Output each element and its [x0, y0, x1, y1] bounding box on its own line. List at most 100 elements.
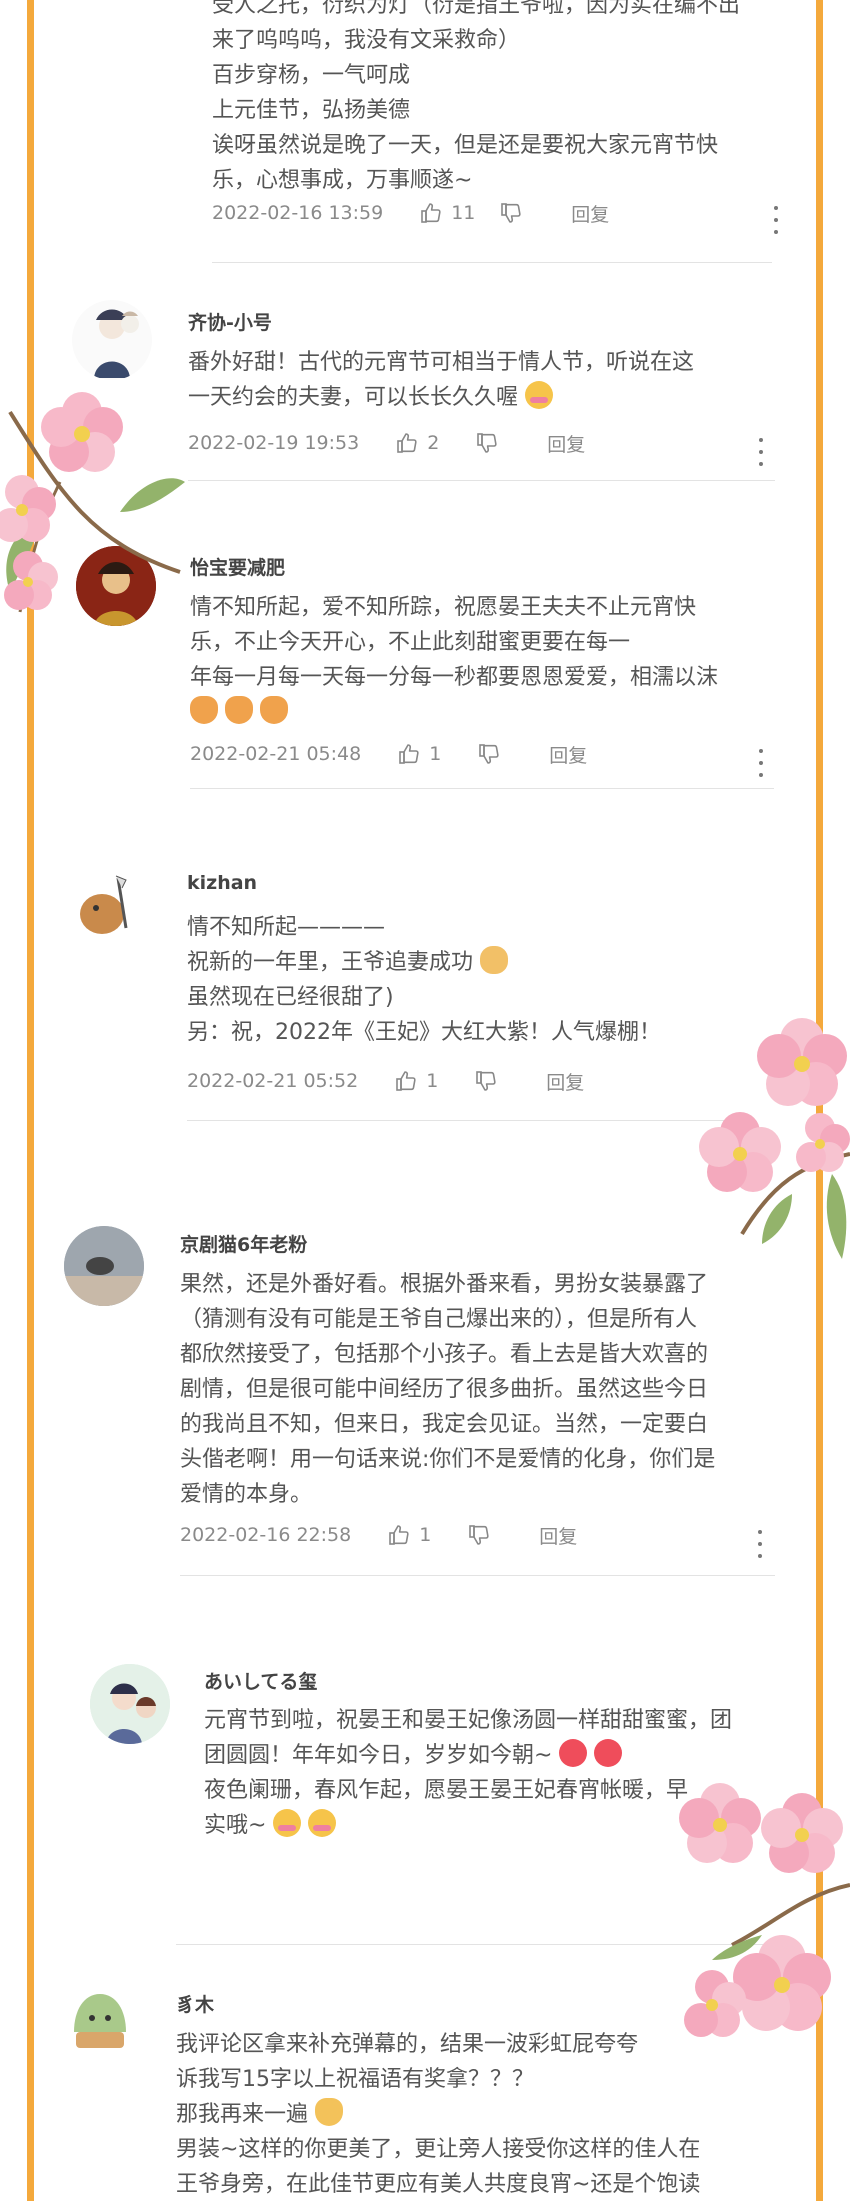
thumbs-down-icon	[501, 203, 521, 223]
comment-0-line-3: 上元佳节，弘扬美德	[212, 98, 411, 123]
comment-4-divider	[180, 1575, 775, 1576]
comment-3-like-count: 1	[426, 1070, 439, 1092]
comment-6-username: 豸木	[176, 1994, 215, 2016]
comment-0-more-options-icon[interactable]	[773, 206, 779, 234]
comment-5-line-3: 实哦~	[204, 1808, 732, 1843]
comment-6-line-4: 王爷身旁，在此佳节更应有美人共度良宵~还是个饱读	[176, 2172, 701, 2197]
comment-4-reply-button[interactable]: 回复	[539, 1522, 577, 1549]
comment-2-date: 2022-02-21 05:48	[190, 743, 362, 765]
comment-5-line-1: 团圆圆！年年如今日，岁岁如今朝~	[204, 1738, 732, 1773]
comment-2-line-1: 乐，不止今天开心，不止此刻甜蜜更要在每一	[190, 625, 718, 660]
comment-2-line-0: 情不知所起，爱不知所踪，祝愿晏王夫夫不止元宵快	[190, 595, 697, 620]
doge-emoji-icon	[480, 946, 509, 974]
heart-face-emoji-icon	[559, 1739, 588, 1767]
comment-2-more-options-icon[interactable]	[758, 749, 764, 777]
thumbs-up-icon	[397, 433, 417, 453]
comment-3-line-1-text: 祝新的一年里，王爷追妻成功	[187, 950, 474, 975]
comment-3-line-3: 另：祝，2022年《王妃》大红大紫！人气爆棚！	[187, 1020, 661, 1045]
comment-0-line-1: 来了呜呜呜，我没有文采救命）	[212, 28, 521, 53]
comment-0-divider	[212, 262, 772, 263]
comment-1-username: 齐协-小号	[188, 312, 272, 334]
thumbs-down-icon	[469, 1525, 489, 1545]
comment-4-line-5: 头偕老啊！用一句话来说:你们不是爱情的化身，你们是	[180, 1447, 716, 1472]
comment-0-reply-button[interactable]: 回复	[571, 200, 609, 227]
comment-4-line-3: 剧情，但是很可能中间经历了很多曲折。虽然这些今日	[180, 1377, 709, 1402]
comment-1-like-button[interactable]: 2	[395, 431, 453, 455]
comment-3-divider	[187, 1120, 737, 1121]
comment-0-body: 受人之托，衍织为灯（衍是指王爷啦，因为实在编不出 来了呜呜呜，我没有文采救命） …	[212, 0, 740, 198]
comment-1-divider	[188, 480, 775, 481]
thumbs-down-icon	[477, 433, 497, 453]
thumbs-down-icon	[476, 1071, 496, 1091]
thumbs-up-icon	[396, 1071, 416, 1091]
comment-4-like-button[interactable]: 1	[387, 1523, 445, 1547]
comment-5-line-1-text: 团圆圆！年年如今日，岁岁如今朝~	[204, 1743, 553, 1768]
comment-0-dislike-button[interactable]	[499, 201, 523, 225]
comment-0-like-count: 11	[451, 202, 476, 224]
comment-2-username: 怡宝要减肥	[190, 557, 286, 579]
comment-4-username: 京剧猫6年老粉	[180, 1234, 308, 1256]
comment-4-line-4: 的我尚且不知，但来日，我定会见证。当然，一定要白	[180, 1412, 709, 1437]
comment-6-line-2: 那我再来一遍	[176, 2097, 700, 2132]
comment-4-line-2: 都欣然接受了，包括那个小孩子。看上去是皆大欢喜的	[180, 1342, 709, 1367]
comment-4-line-0: 果然，还是外番好看。根据外番来看，男扮女装暴露了	[180, 1272, 709, 1297]
comment-1-date: 2022-02-19 19:53	[188, 432, 360, 454]
comment-4-date: 2022-02-16 22:58	[180, 1524, 352, 1546]
comment-1-body: 番外好甜！古代的元宵节可相当于情人节，听说在这 一天约会的夫妻，可以长长久久喔	[188, 345, 694, 415]
comment-6-line-0: 我评论区拿来补充弹幕的，结果一波彩虹屁夸夸	[176, 2032, 639, 2057]
comment-4-more-options-icon[interactable]	[757, 1530, 763, 1558]
comment-0-line-4: 诶呀虽然说是晚了一天，但是还是要祝大家元宵节快	[212, 133, 719, 158]
comment-6-avatar	[60, 1978, 140, 2058]
comment-6-line-1: 诉我写15字以上祝福语有奖拿？？？	[176, 2067, 534, 2092]
comment-4-body: 果然，还是外番好看。根据外番来看，男扮女装暴露了 （猜测有没有可能是王爷自己爆出…	[180, 1267, 715, 1512]
comment-3-reply-button[interactable]: 回复	[546, 1068, 584, 1095]
comment-4-meta: 2022-02-16 22:58 1 回复	[180, 1518, 577, 1552]
comment-6-body: 我评论区拿来补充弹幕的，结果一波彩虹屁夸夸 诉我写15字以上祝福语有奖拿？？？ …	[176, 2027, 700, 2202]
comment-3-meta: 2022-02-21 05:52 1 回复	[187, 1064, 584, 1098]
comment-3-line-2: 虽然现在已经很甜了)	[187, 985, 394, 1010]
thumbs-up-icon	[389, 1525, 409, 1545]
comment-1-more-options-icon[interactable]	[758, 438, 764, 466]
comment-5-line-0: 元宵节到啦，祝晏王和晏王妃像汤圆一样甜甜蜜蜜，团	[204, 1708, 733, 1733]
heart-face-emoji-icon	[594, 1739, 623, 1767]
comment-0-line-0: 受人之托，衍织为灯（衍是指王爷啦，因为实在编不出	[212, 0, 741, 18]
comment-5-avatar	[90, 1664, 170, 1744]
comment-1-reply-button[interactable]: 回复	[547, 430, 585, 457]
comment-2-line-3	[190, 695, 718, 730]
comment-3-line-0: 情不知所起————	[187, 915, 386, 940]
comment-3-like-button[interactable]: 1	[394, 1069, 452, 1093]
comment-4-line-1: （猜测有没有可能是王爷自己爆出来的），但是所有人	[180, 1307, 698, 1332]
comment-5-username: あいしてる玺	[204, 1671, 318, 1693]
blush-emoji-icon	[525, 381, 554, 409]
comment-3-avatar	[66, 868, 146, 948]
comment-4-avatar	[64, 1226, 144, 1306]
comment-3-dislike-button[interactable]	[474, 1069, 498, 1093]
comment-2-line-2: 年每一月每一天每一分每一秒都要恩恩爱爱，相濡以沫	[190, 665, 719, 690]
comment-2-like-button[interactable]: 1	[397, 742, 455, 766]
thumbs-up-icon	[399, 744, 419, 764]
comment-2-body: 情不知所起，爱不知所踪，祝愿晏王夫夫不止元宵快 乐，不止今天开心，不止此刻甜蜜更…	[190, 590, 718, 730]
fox-emoji-icon	[225, 696, 253, 724]
comment-2-line-1-text: 乐，不止今天开心，不止此刻甜蜜更要在每一	[190, 630, 631, 655]
cat-emoji-icon	[315, 2098, 344, 2126]
cherry-blossom-decoration-left	[0, 392, 185, 613]
comment-2-like-count: 1	[429, 743, 442, 765]
comment-1-line-0-text: 番外好甜！古代的元宵节可相当于情人节，听说在这	[188, 350, 695, 375]
comment-4-line-6: 爱情的本身。	[180, 1482, 313, 1507]
comment-6-line-2-text: 那我再来一遍	[176, 2102, 309, 2127]
comment-0-like-button[interactable]: 11	[419, 201, 477, 225]
comment-5-body: 元宵节到啦，祝晏王和晏王妃像汤圆一样甜甜蜜蜜，团 团圆圆！年年如今日，岁岁如今朝…	[204, 1703, 732, 1843]
comment-2-reply-button[interactable]: 回复	[549, 741, 587, 768]
comment-1-meta: 2022-02-19 19:53 2 回复	[188, 426, 585, 460]
comment-4-dislike-button[interactable]	[467, 1523, 491, 1547]
page-frame-left	[27, 0, 34, 2201]
comment-5-line-3-text: 实哦~	[204, 1813, 267, 1838]
comment-2-dislike-button[interactable]	[477, 742, 501, 766]
comment-1-dislike-button[interactable]	[475, 431, 499, 455]
comment-0-line-5: 乐，心想事成，万事顺遂~	[212, 168, 473, 193]
comment-1-avatar	[72, 300, 152, 380]
comment-2-meta: 2022-02-21 05:48 1 回复	[190, 737, 587, 771]
comment-2-divider	[190, 788, 774, 789]
comment-5-line-2: 夜色阑珊，春风乍起，愿晏王晏王妃春宵帐暖，早	[204, 1778, 689, 1803]
comment-1-line-1-text: 一天约会的夫妻，可以长长久久喔	[188, 385, 519, 410]
